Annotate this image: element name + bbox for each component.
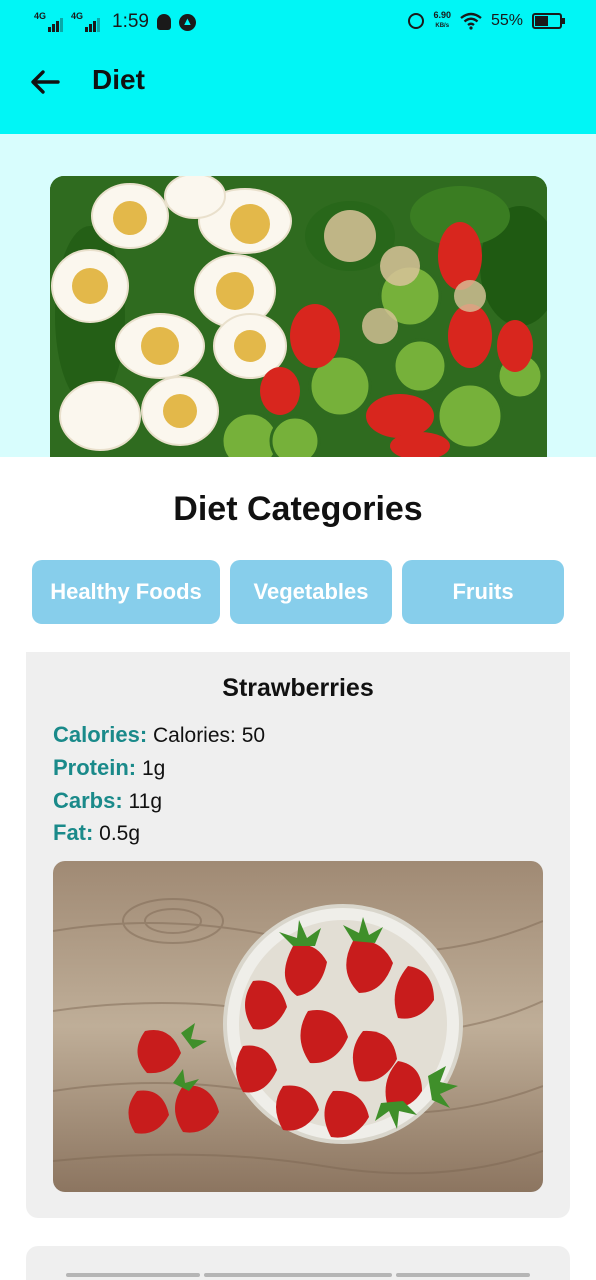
arrow-left-icon[interactable] bbox=[28, 64, 64, 100]
alarm-icon bbox=[408, 13, 425, 29]
nutrient-calories: Calories: Calories: 50 bbox=[53, 722, 266, 747]
battery-percent: 55% bbox=[490, 12, 523, 29]
clock: 1:59 bbox=[112, 11, 149, 32]
nav-hint-bar bbox=[396, 1273, 530, 1277]
app-header: 4G 4G 1:59 ▲ 6.90 KB/s 55% Diet bbox=[0, 0, 596, 134]
strawberries-image bbox=[53, 861, 543, 1192]
category-fruits-button[interactable]: Fruits bbox=[402, 560, 564, 624]
wifi-icon bbox=[460, 12, 482, 30]
page-title: Diet bbox=[92, 64, 145, 95]
food-name: Strawberries bbox=[222, 674, 374, 702]
signal-icon: 4G bbox=[34, 11, 63, 32]
salad-image bbox=[50, 176, 547, 457]
section-title: Diet Categories bbox=[173, 490, 423, 528]
nutrient-carbs: Carbs: 11g bbox=[53, 788, 163, 813]
category-vegetables-button[interactable]: Vegetables bbox=[230, 560, 392, 624]
signal-icon: 4G bbox=[71, 11, 100, 32]
network-speed: 6.90 KB/s bbox=[433, 10, 451, 30]
nav-hint-bar bbox=[204, 1273, 392, 1277]
food-card: Strawberries Calories: Calories: 50 Prot… bbox=[26, 652, 570, 1218]
nav-hint-bar bbox=[66, 1273, 200, 1277]
snapchat-icon bbox=[156, 14, 171, 30]
category-healthy-foods-button[interactable]: Healthy Foods bbox=[32, 560, 220, 624]
nutrient-fat: Fat: 0.5g bbox=[53, 820, 141, 845]
app-bar: Diet bbox=[0, 54, 596, 110]
app-notification-icon: ▲ bbox=[178, 13, 196, 31]
status-bar: 4G 4G 1:59 ▲ 6.90 KB/s 55% bbox=[0, 0, 596, 46]
battery-icon bbox=[532, 13, 565, 29]
nutrient-protein: Protein: 1g bbox=[53, 755, 166, 780]
